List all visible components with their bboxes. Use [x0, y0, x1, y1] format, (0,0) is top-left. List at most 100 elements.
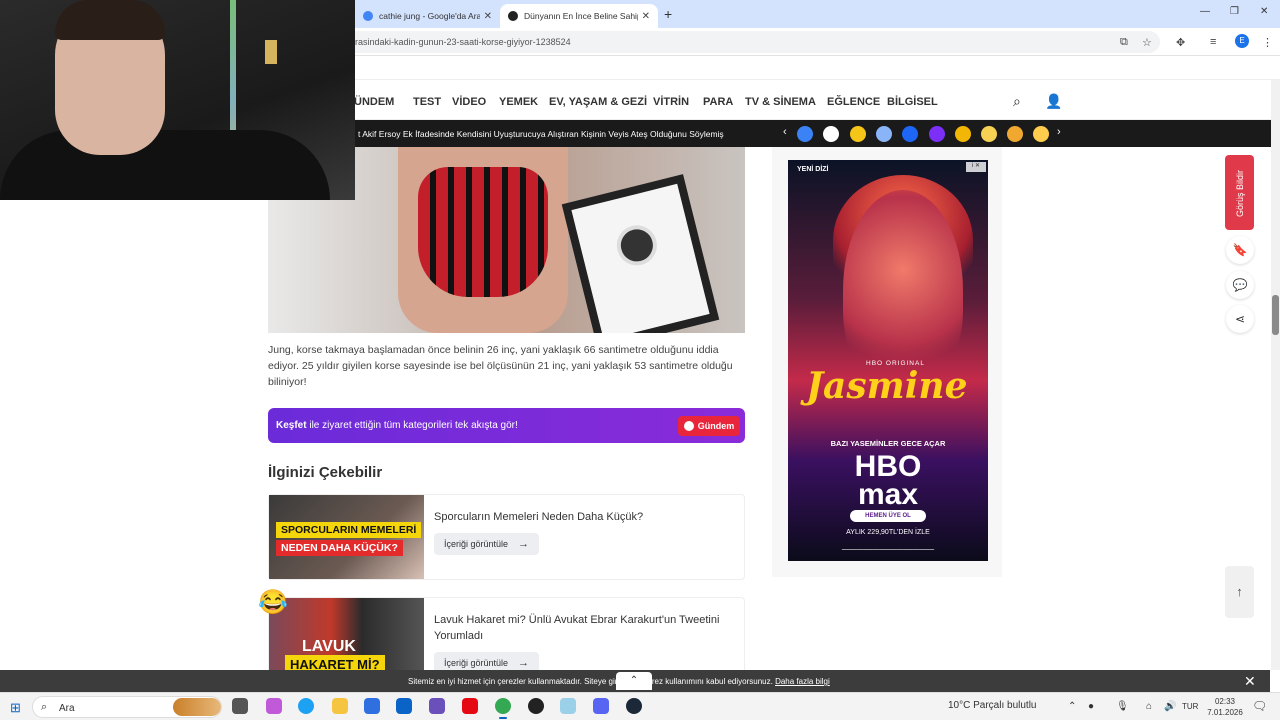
app-icon[interactable] — [560, 698, 576, 714]
app-icon[interactable] — [429, 698, 445, 714]
scrollbar-track[interactable] — [1271, 80, 1280, 670]
card-title[interactable]: Lavuk Hakaret mi? Ünlü Avukat Ebrar Kara… — [434, 612, 734, 644]
restore-icon[interactable]: ❐ — [1230, 6, 1239, 17]
bookmark-star-icon[interactable]: ☆ — [1142, 36, 1152, 49]
badge-icon[interactable] — [981, 126, 997, 142]
tab-article[interactable]: Dünyanın En İnce Beline Sahip ✕ — [500, 4, 658, 28]
discover-banner[interactable]: Keşfet ile ziyaret ettiğin tüm kategoril… — [268, 408, 745, 443]
ad-tag: YENİ DİZİ — [797, 166, 829, 173]
tab-title: Dünyanın En İnce Beline Sahip — [524, 11, 638, 21]
nav-eglence[interactable]: EĞLENCE — [827, 96, 880, 108]
certificate-seal — [612, 221, 662, 270]
nav-bilgisel[interactable]: BİLGİSEL — [887, 96, 938, 108]
chevron-left-icon[interactable]: ‹ — [783, 126, 787, 138]
install-icon[interactable]: ⧉ — [1120, 36, 1128, 49]
chevron-up-icon[interactable]: ⌃ — [1068, 701, 1076, 712]
ticker-headline[interactable]: t Akif Ersoy Ek İfadesinde Kendisini Uyu… — [358, 129, 724, 139]
network-icon[interactable]: ⌂ — [1146, 701, 1152, 712]
profile-avatar[interactable]: E — [1235, 34, 1249, 48]
ad-price: AYLIK 229,90TL'DEN İZLE — [846, 529, 930, 536]
store-icon[interactable] — [364, 698, 380, 714]
ad-tagline: BAZI YASEMİNLER GECE AÇAR — [830, 439, 946, 448]
edge-icon[interactable] — [298, 698, 314, 714]
task-view-icon[interactable] — [232, 698, 248, 714]
gundem-button[interactable]: Gündem — [678, 416, 740, 436]
taskbar-search[interactable]: ⌕ Ara — [32, 696, 222, 718]
steam-icon[interactable] — [626, 698, 642, 714]
thumb-caption: NEDEN DAHA KÜÇÜK? — [276, 540, 403, 556]
copilot-icon[interactable] — [266, 698, 282, 714]
nav-vitrin[interactable]: VİTRİN — [653, 96, 689, 108]
scrollbar-thumb[interactable] — [1272, 295, 1279, 335]
badge-icon[interactable] — [823, 126, 839, 142]
new-tab-button[interactable]: + — [664, 6, 672, 22]
nav-test[interactable]: TEST — [413, 96, 441, 108]
menu-icon[interactable]: ⋮ — [1262, 36, 1273, 49]
related-card[interactable]: SPORCULARIN MEMELERİ NEDEN DAHA KÜÇÜK? S… — [268, 494, 745, 580]
badge-icon[interactable] — [1007, 126, 1023, 142]
card-thumbnail[interactable]: SPORCULARIN MEMELERİ NEDEN DAHA KÜÇÜK? — [269, 495, 424, 579]
reading-list-icon[interactable]: ≡ — [1210, 36, 1216, 48]
nav-ev-yasam[interactable]: EV, YAŞAM & GEZİ — [549, 96, 647, 108]
close-icon[interactable]: ✕ — [484, 11, 492, 22]
chevron-up-icon[interactable]: ⌃ — [616, 672, 652, 690]
volume-icon[interactable]: 🔊 — [1164, 701, 1176, 712]
nav-gundem[interactable]: ÜNDEM — [354, 96, 394, 108]
tab-google-search[interactable]: cathie jung - Google'da Ara ✕ — [355, 4, 500, 28]
arrow-right-icon: → — [518, 657, 530, 669]
notification-icon[interactable]: 🗨 — [1252, 699, 1267, 713]
hbo-max-logo: HBO max — [788, 452, 988, 511]
nav-yemek[interactable]: YEMEK — [499, 96, 538, 108]
badge-icon[interactable] — [850, 126, 866, 142]
microphone-icon[interactable]: 🎙 — [1116, 701, 1129, 712]
windows-start-icon[interactable]: ⊞ — [10, 700, 21, 716]
scroll-to-top-button[interactable]: ↑ — [1225, 566, 1254, 618]
bookmark-add-icon[interactable]: 🔖 — [1226, 236, 1254, 264]
close-window-icon[interactable]: ✕ — [1260, 6, 1268, 17]
badge-icon[interactable] — [902, 126, 918, 142]
badge-icon[interactable] — [876, 126, 892, 142]
netflix-icon[interactable] — [462, 698, 478, 714]
badge-icon[interactable] — [1033, 126, 1049, 142]
search-icon[interactable]: ⌕ — [1013, 93, 1021, 110]
tray-app-icon[interactable]: ● — [1088, 701, 1094, 712]
related-card[interactable]: LAVUK HAKARET Mİ? Lavuk Hakaret mi? Ünlü… — [268, 597, 745, 681]
close-icon[interactable]: ✕ — [1244, 673, 1256, 690]
share-icon[interactable]: ⋖ — [1226, 305, 1254, 333]
chrome-icon[interactable] — [495, 698, 511, 719]
obs-icon[interactable] — [528, 698, 544, 714]
extensions-icon[interactable]: ✥ — [1176, 36, 1185, 49]
file-explorer-icon[interactable] — [332, 698, 348, 714]
language-indicator[interactable]: TUR — [1182, 702, 1198, 711]
related-heading: İlginizi Çekebilir — [268, 464, 383, 481]
card-title[interactable]: Sporcuların Memeleri Neden Daha Küçük? — [434, 509, 734, 525]
comments-icon[interactable]: 💬 — [1226, 271, 1254, 299]
ad-subscribe-button[interactable]: HEMEN ÜYE OL — [850, 510, 926, 522]
badge-icon[interactable] — [955, 126, 971, 142]
minimize-icon[interactable]: — — [1200, 6, 1210, 17]
badge-icon[interactable] — [797, 126, 813, 142]
nav-video[interactable]: VİDEO — [452, 96, 486, 108]
user-icon[interactable]: 👤 — [1045, 93, 1062, 110]
card-thumbnail[interactable]: LAVUK HAKARET Mİ? — [269, 598, 424, 680]
hero-corset — [418, 167, 548, 297]
streamer-hair — [55, 0, 165, 40]
hero-certificate — [561, 174, 720, 333]
close-icon[interactable]: ✕ — [642, 11, 650, 22]
discord-icon[interactable] — [593, 698, 609, 714]
feedback-button[interactable]: Görüş Bildir — [1225, 155, 1254, 230]
logo-line: max — [857, 478, 919, 511]
view-content-button[interactable]: İçeriği görüntüle → — [434, 533, 540, 555]
url-text[interactable]: rasindaki-kadin-gunun-23-saati-korse-giy… — [355, 37, 571, 47]
chevron-right-icon[interactable]: › — [1057, 126, 1061, 138]
adchoices-icon[interactable]: i ✕ — [966, 162, 986, 172]
nav-para[interactable]: PARA — [703, 96, 733, 108]
weather-widget[interactable]: 10°C Parçalı bulutlu — [948, 700, 1037, 711]
discover-text: Keşfet ile ziyaret ettiğin tüm kategoril… — [276, 420, 518, 431]
clock[interactable]: 02:33 7.01.2026 — [1205, 696, 1245, 718]
nav-tv-sinema[interactable]: TV & SİNEMA — [745, 96, 816, 108]
hbo-max-ad[interactable]: YENİ DİZİ i ✕ HBO ORIGINAL Jasmine BAZI … — [788, 160, 988, 561]
outlook-icon[interactable] — [396, 698, 412, 714]
badge-icon[interactable] — [929, 126, 945, 142]
cookie-more-link[interactable]: Daha fazla bilgi — [775, 677, 830, 686]
